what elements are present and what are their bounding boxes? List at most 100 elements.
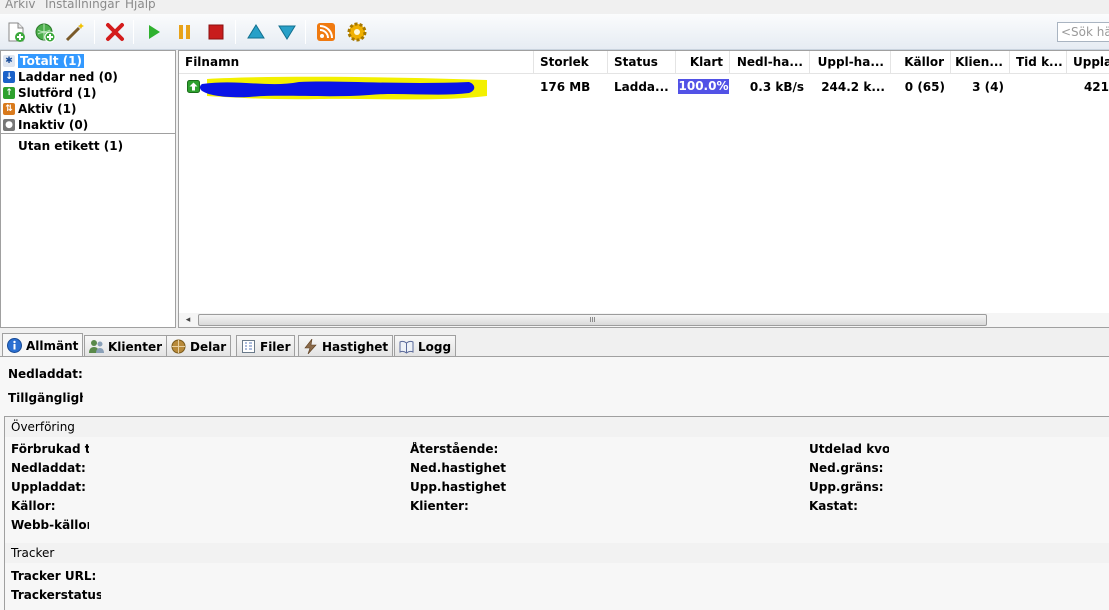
tab-pieces[interactable]: Delar [166,335,232,357]
transfer-section: Överföring Förbrukad ti Nedladdat: Uppla… [4,416,1109,546]
column-header-done[interactable]: Klart [676,51,730,74]
active-icon: ⇅ [3,103,15,115]
category-sidebar: ✱ Totalt (1) ↓ Laddar ned (0) ↑ Slutförd… [0,50,176,328]
files-icon [241,339,256,354]
torrent-down-speed: 0.3 kB/s [749,80,804,94]
redacted-filename-scribble [199,76,487,100]
column-header-status[interactable]: Status [608,51,676,74]
tab-label: Logg [418,339,452,354]
torrent-status: Ladda... [614,80,669,94]
torrent-list: Filnamn Storlek Status Klart Nedl-ha... … [178,50,1109,328]
detail-tabs: Allmänt Klienter Delar Filer Hastighet L… [0,333,1109,357]
web-sources-label: Webb-källor [11,518,89,532]
rss-icon [317,23,335,41]
downloading-icon: ↓ [3,71,15,83]
sidebar-item-active[interactable]: ⇅ Aktiv (1) [3,101,76,117]
up-speed-label: Upp.hastighet [410,480,507,494]
torrent-eta [1016,76,1066,98]
tracker-status-label: Trackerstatus [11,588,101,602]
column-header-uploaded[interactable]: Uppla [1067,51,1109,74]
toolbar-separator [305,20,306,44]
preferences-icon [347,22,367,42]
menu-file[interactable]: Arkiv [5,0,36,11]
tab-label: Delar [190,339,227,354]
speed-icon [303,339,318,354]
pause-icon [179,25,190,39]
downloaded-label: Nedladdat: [8,367,83,381]
delete-icon [106,23,124,41]
progress-text: 100.0% [678,79,729,93]
sidebar-item-label: Laddar ned (0) [18,70,118,84]
sidebar-item-label: Slutförd (1) [18,86,97,100]
peers-icon [89,339,104,354]
create-torrent-button[interactable] [62,19,88,45]
remaining-label: Återstående: [410,442,499,456]
share-ratio-label: Utdelad kvo [809,442,889,456]
list-header: Filnamn Storlek Status Klart Nedl-ha... … [179,51,1109,74]
general-panel: Nedladdat: Tillgänglighet Överföring För… [0,356,1109,610]
preferences-button[interactable] [344,19,370,45]
sidebar-item-label: Totalt (1) [18,54,85,68]
availability-label: Tillgänglighet [8,391,83,405]
sidebar-item-completed[interactable]: ↑ Slutförd (1) [3,85,97,101]
toolbar: <Sök hä [0,14,1109,50]
tab-label: Filer [260,339,291,354]
sidebar-item-all[interactable]: ✱ Totalt (1) [3,53,85,69]
torrent-up-speed: 244.2 k... [821,80,885,94]
tab-peers[interactable]: Klienter [84,335,167,357]
delete-button[interactable] [102,19,128,45]
start-button[interactable] [141,19,167,45]
sidebar-label-no-label[interactable]: Utan etikett (1) [18,138,123,154]
stop-button[interactable] [203,19,229,45]
tab-speed[interactable]: Hastighet [298,335,394,357]
tracker-url-label: Tracker URL: [11,569,97,583]
up-limit-label: Upp.gräns: [809,480,884,494]
start-icon [149,25,160,39]
queue-up-icon [247,24,265,39]
search-input[interactable]: <Sök hä [1057,22,1109,42]
add-url-icon [35,23,56,43]
torrent-sources: 0 (65) [904,80,945,94]
rss-button[interactable] [313,19,339,45]
column-header-down-speed[interactable]: Nedl-ha... [730,51,810,74]
column-header-up-speed[interactable]: Uppl-ha... [810,51,891,74]
queue-up-button[interactable] [243,19,269,45]
log-icon [399,339,414,354]
sidebar-item-downloading[interactable]: ↓ Laddar ned (0) [3,69,118,85]
pieces-icon [171,339,186,354]
add-url-button[interactable] [32,19,58,45]
add-torrent-button[interactable] [3,19,29,45]
torrent-size: 176 MB [540,80,591,94]
column-header-size[interactable]: Storlek [534,51,608,74]
add-torrent-icon [8,22,25,42]
menu-settings[interactable]: Inställningar [45,0,120,11]
torrent-uploaded: 421 [1083,80,1109,94]
column-header-name[interactable]: Filnamn [179,51,534,74]
pause-button[interactable] [172,19,198,45]
create-torrent-icon [65,23,84,42]
down-limit-label: Ned.gräns: [809,461,884,475]
horizontal-scrollbar[interactable]: ◂ III [179,313,1109,327]
column-header-peers[interactable]: Klien... [951,51,1010,74]
toolbar-separator [94,20,95,44]
tab-label: Hastighet [322,339,389,354]
wasted-label: Kastat: [809,499,858,513]
sources-label: Källor: [11,499,56,513]
queue-down-button[interactable] [274,19,300,45]
scroll-left-icon[interactable]: ◂ [182,314,194,326]
table-row[interactable]: 176 MB Ladda... 100.0% 0.3 kB/s 244.2 k.… [179,76,1109,100]
tab-log[interactable]: Logg [394,335,457,357]
column-header-sources[interactable]: Källor [891,51,951,74]
menu-help[interactable]: Hjälp [125,0,156,11]
stop-icon [208,24,224,40]
peers-label: Klienter: [410,499,469,513]
column-header-eta[interactable]: Tid k... [1010,51,1067,74]
scroll-thumb[interactable]: III [198,314,987,326]
tab-general[interactable]: Allmänt [2,333,84,357]
sidebar-item-label: Utan etikett (1) [18,139,124,153]
sidebar-divider [1,133,175,134]
tab-files[interactable]: Filer [236,335,296,357]
sidebar-item-inactive[interactable]: ● Inaktiv (0) [3,117,88,133]
progress-bar: 100.0% [678,79,729,94]
transfer-downloaded-label: Nedladdat: [11,461,86,475]
